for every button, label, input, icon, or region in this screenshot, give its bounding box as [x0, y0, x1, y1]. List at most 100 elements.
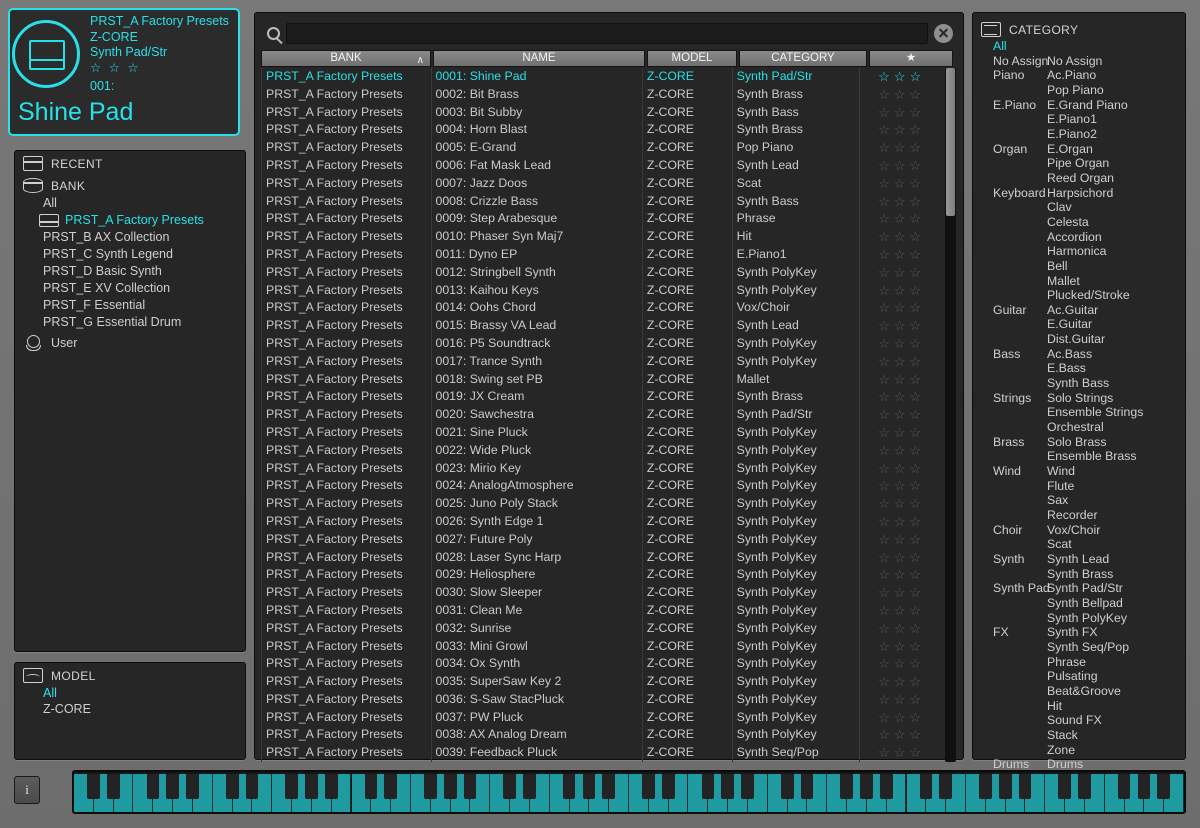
column-header-model[interactable]: MODEL: [647, 50, 737, 67]
bank-item-all[interactable]: All: [25, 195, 245, 212]
cell-rating[interactable]: ☆☆☆: [859, 68, 943, 86]
piano-black-key[interactable]: [800, 774, 814, 799]
cell-rating[interactable]: ☆☆☆: [859, 459, 943, 478]
list-scrollbar[interactable]: [945, 68, 956, 762]
column-header-name[interactable]: NAME: [433, 50, 645, 67]
category-item[interactable]: Synth Synth Lead: [979, 552, 1185, 567]
clear-icon[interactable]: [934, 23, 953, 43]
category-item[interactable]: Scat: [979, 537, 1185, 552]
category-item[interactable]: Synth Brass: [979, 567, 1185, 582]
table-row[interactable]: PRST_A Factory Presets 0016: P5 Soundtrac…: [261, 334, 943, 353]
table-row[interactable]: PRST_A Factory Presets 0002: Bit Brass Z-C…: [261, 85, 943, 104]
category-item[interactable]: Sax: [979, 493, 1185, 508]
piano-black-key[interactable]: [186, 774, 199, 799]
piano-black-key[interactable]: [979, 774, 992, 799]
category-item[interactable]: Keyboard Harpsichord: [979, 186, 1185, 201]
table-row[interactable]: PRST_A Factory Presets 0019: JX Cream Z-CO…: [261, 388, 943, 407]
table-row[interactable]: PRST_A Factory Presets 0039: Feedback Plu…: [261, 744, 943, 762]
cell-rating[interactable]: ☆☆☆: [859, 566, 943, 585]
preset-star-rating[interactable]: ☆ ☆ ☆: [90, 61, 229, 77]
category-item[interactable]: Synth Seq/Pop: [979, 640, 1185, 655]
category-item[interactable]: Beat&Groove: [979, 684, 1185, 699]
piano-black-key[interactable]: [860, 774, 873, 799]
piano-black-key[interactable]: [562, 774, 576, 799]
model-item[interactable]: All: [15, 685, 245, 701]
piano-black-key[interactable]: [424, 774, 437, 799]
category-item[interactable]: Organ E.Organ: [979, 142, 1185, 157]
recent-section-header[interactable]: RECENT: [15, 151, 245, 173]
piano-black-key[interactable]: [998, 774, 1012, 799]
table-row[interactable]: PRST_A Factory Presets 0007: Jazz Doos Z-C…: [261, 174, 943, 193]
category-item[interactable]: Sound FX: [979, 713, 1185, 728]
piano-black-key[interactable]: [780, 774, 794, 799]
category-item[interactable]: Brass Solo Brass: [979, 435, 1185, 450]
category-item[interactable]: Orchestral: [979, 420, 1185, 435]
piano-black-key[interactable]: [1137, 774, 1151, 799]
category-item[interactable]: Dist.Guitar: [979, 332, 1185, 347]
table-row[interactable]: PRST_A Factory Presets 0031: Clean Me Z-CO…: [261, 601, 943, 620]
piano-black-key[interactable]: [225, 774, 239, 799]
category-item[interactable]: Guitar Ac.Guitar: [979, 303, 1185, 318]
piano-black-key[interactable]: [245, 774, 259, 799]
category-item[interactable]: Flute: [979, 479, 1185, 494]
piano-black-key[interactable]: [1078, 774, 1091, 799]
table-row[interactable]: PRST_A Factory Presets 0020: Sawchestra Z-…: [261, 406, 943, 424]
table-row[interactable]: PRST_A Factory Presets 0021: Sine Pluck Z-…: [261, 423, 943, 442]
category-item[interactable]: E.Piano E.Grand Piano: [979, 98, 1185, 113]
bank-item[interactable]: PRST_C Synth Legend: [25, 246, 245, 263]
cell-rating[interactable]: ☆☆☆: [859, 548, 943, 567]
table-row[interactable]: PRST_A Factory Presets 0017: Trance Synth…: [261, 352, 943, 371]
category-item[interactable]: No Assign No Assign: [979, 54, 1185, 69]
category-item[interactable]: Hit: [979, 699, 1185, 714]
category-item[interactable]: Pipe Organ: [979, 156, 1185, 171]
category-item[interactable]: Ensemble Brass: [979, 449, 1185, 464]
category-item[interactable]: Zone: [979, 743, 1185, 758]
current-preset-card[interactable]: PRST_A Factory Presets Z-CORE Synth Pad/…: [8, 8, 240, 136]
piano-black-key[interactable]: [919, 774, 933, 799]
cell-rating[interactable]: ☆☆☆: [859, 174, 943, 193]
table-row[interactable]: PRST_A Factory Presets 0005: E-Grand Z-COR…: [261, 139, 943, 157]
category-item[interactable]: Synth PolyKey: [979, 611, 1185, 626]
piano-black-key[interactable]: [503, 774, 516, 799]
category-item[interactable]: Recorder: [979, 508, 1185, 523]
table-row[interactable]: PRST_A Factory Presets 0010: Phaser Syn M…: [261, 228, 943, 246]
piano-black-key[interactable]: [602, 774, 616, 799]
piano-black-key[interactable]: [1117, 774, 1131, 799]
category-item[interactable]: Strings Solo Strings: [979, 391, 1185, 406]
table-row[interactable]: PRST_A Factory Presets 0038: AX Analog Dr…: [261, 726, 943, 745]
table-row[interactable]: PRST_A Factory Presets 0037: PW Pluck Z-CO…: [261, 708, 943, 727]
piano-black-key[interactable]: [305, 774, 318, 799]
cell-rating[interactable]: ☆☆☆: [859, 584, 943, 602]
cell-rating[interactable]: ☆☆☆: [859, 263, 943, 282]
category-item[interactable]: Ensemble Strings: [979, 405, 1185, 420]
cell-rating[interactable]: ☆☆☆: [859, 281, 943, 300]
table-row[interactable]: PRST_A Factory Presets 0027: Future Poly Z…: [261, 530, 943, 549]
cell-rating[interactable]: ☆☆☆: [859, 477, 943, 496]
cell-rating[interactable]: ☆☆☆: [859, 139, 943, 157]
category-item[interactable]: Pop Piano: [979, 83, 1185, 98]
table-row[interactable]: PRST_A Factory Presets 0034: Ox Synth Z-CO…: [261, 655, 943, 674]
category-item[interactable]: Plucked/Stroke: [979, 288, 1185, 303]
category-item[interactable]: E.Piano2: [979, 127, 1185, 142]
cell-rating[interactable]: ☆☆☆: [859, 85, 943, 104]
search-input[interactable]: [286, 22, 928, 44]
table-row[interactable]: PRST_A Factory Presets 0025: Juno Poly St…: [261, 495, 943, 513]
table-row[interactable]: PRST_A Factory Presets 0033: Mini Growl Z-…: [261, 637, 943, 656]
cell-rating[interactable]: ☆☆☆: [859, 690, 943, 709]
table-row[interactable]: PRST_A Factory Presets 0030: Slow Sleeper…: [261, 584, 943, 602]
piano-black-key[interactable]: [741, 774, 754, 799]
category-item[interactable]: Wind Wind: [979, 464, 1185, 479]
cell-rating[interactable]: ☆☆☆: [859, 388, 943, 407]
cell-rating[interactable]: ☆☆☆: [859, 299, 943, 318]
category-item[interactable]: Harmonica: [979, 244, 1185, 259]
bank-section-header[interactable]: BANK: [15, 173, 245, 195]
bank-item[interactable]: PRST_E XV Collection: [25, 280, 245, 297]
table-row[interactable]: PRST_A Factory Presets 0004: Horn Blast Z-…: [261, 121, 943, 140]
category-item[interactable]: Synth Pad Synth Pad/Str: [979, 581, 1185, 596]
table-row[interactable]: PRST_A Factory Presets 0012: Stringbell S…: [261, 263, 943, 282]
cell-rating[interactable]: ☆☆☆: [859, 334, 943, 353]
piano-black-key[interactable]: [840, 774, 853, 799]
column-header-bank[interactable]: BANK ∧: [261, 50, 431, 67]
piano-black-key[interactable]: [87, 774, 100, 799]
info-button[interactable]: i: [14, 776, 40, 804]
